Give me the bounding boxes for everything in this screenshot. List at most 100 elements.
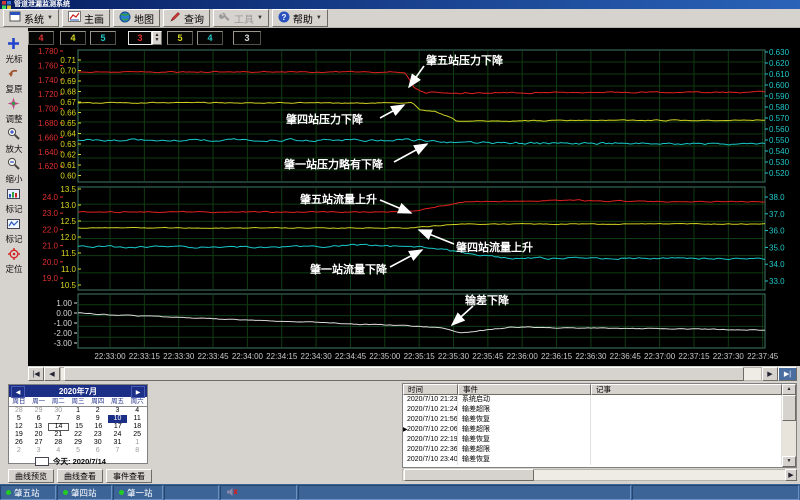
table-row[interactable]: 2020/7/10 21:23:00系统启动 — [403, 395, 782, 405]
calendar-day-cell[interactable]: 15 — [69, 423, 88, 431]
calendar-day-cell[interactable]: 9 — [88, 415, 108, 423]
sidebar-tool-复原-1[interactable]: 复原 — [5, 67, 22, 94]
calendar-day-cell[interactable]: 24 — [108, 431, 128, 439]
button-曲线预览[interactable]: 曲线预览 — [8, 469, 54, 483]
calendar-day-cell[interactable]: 23 — [88, 431, 108, 439]
menu-item-帮助[interactable]: ?帮助▼ — [272, 9, 328, 27]
table-row[interactable]: ▶2020/7/10 22:06:57输差超限 — [403, 425, 782, 435]
menu-item-系统[interactable]: 系统▼ — [3, 9, 59, 27]
calendar-day-cell[interactable]: 22 — [68, 431, 88, 439]
scroll-last-button[interactable]: ▶| — [778, 367, 797, 381]
table-row[interactable]: 2020/7/10 22:19:06输差恢复 — [403, 435, 782, 445]
button-事件查看[interactable]: 事件查看 — [106, 469, 152, 483]
zoom-in-icon — [7, 127, 20, 145]
calendar-day-cell[interactable]: 6 — [29, 415, 49, 423]
menu-item-地图[interactable]: 地图 — [113, 9, 160, 27]
calendar-day-cell[interactable]: 2 — [9, 447, 29, 455]
calendar-day-cell[interactable]: 4 — [127, 407, 147, 415]
calendar-day-cell[interactable]: 28 — [48, 439, 68, 447]
calendar-day-cell[interactable]: 20 — [29, 431, 49, 439]
pressure-axis-label: 0.580 — [769, 103, 790, 112]
calendar-prev-button[interactable]: ◀ — [11, 386, 25, 398]
flow-axis-label: 38.0 — [769, 193, 785, 202]
pressure-plot[interactable] — [78, 50, 765, 182]
calendar-day-cell[interactable]: 11 — [127, 415, 147, 423]
adjust-icon — [7, 97, 20, 115]
calendar-day-cell[interactable]: 16 — [89, 423, 108, 431]
calendar-day-cell[interactable]: 25 — [127, 431, 147, 439]
table-header-时间[interactable]: 时间 — [403, 384, 458, 395]
sidebar-tool-放大-3[interactable]: 放大 — [5, 127, 22, 154]
calendar-day-cell[interactable]: 27 — [29, 439, 49, 447]
calendar-day-cell[interactable]: 21 — [48, 431, 68, 439]
menu-item-主画[interactable]: 主画 — [62, 9, 110, 27]
calendar-day-cell[interactable]: 30 — [88, 439, 108, 447]
sidebar-tool-光标-0[interactable]: 光标 — [5, 37, 22, 64]
button-曲线查看[interactable]: 曲线查看 — [57, 469, 103, 483]
diff-plot[interactable] — [78, 294, 765, 348]
calendar-day-cell[interactable]: 13 — [28, 423, 47, 431]
calendar-day-cell[interactable]: 14 — [48, 423, 69, 431]
calendar-day-cell[interactable]: 26 — [9, 439, 29, 447]
calendar-day-cell[interactable]: 29 — [29, 407, 49, 415]
table-scroll-up-icon[interactable]: ▲ — [782, 384, 796, 395]
menu-item-查询[interactable]: 查询 — [163, 9, 210, 27]
sidebar-tool-定位-7[interactable]: 定位 — [5, 247, 22, 274]
flow-plot[interactable] — [78, 187, 765, 290]
calendar-next-button[interactable]: ▶ — [131, 386, 145, 398]
menu-item-工具[interactable]: 工具▼ — [213, 9, 269, 27]
table-row[interactable]: 2020/7/10 23:40:33输差恢复 — [403, 455, 782, 465]
chart-scrollbar-thumb[interactable] — [64, 367, 744, 381]
calendar-day-cell[interactable]: 3 — [29, 447, 49, 455]
status-tab-肇四站[interactable]: 肇四站 — [57, 485, 112, 500]
table-header-记事[interactable]: 记事 — [591, 384, 782, 395]
calendar-day-cell[interactable]: 8 — [127, 447, 147, 455]
calendar-day-cell[interactable]: 5 — [68, 447, 88, 455]
calendar-day-cell[interactable]: 1 — [68, 407, 88, 415]
calendar-day-cell[interactable]: 4 — [48, 447, 68, 455]
table-vscrollbar[interactable]: ▲▼ — [782, 384, 796, 467]
calendar-day-cell[interactable]: 17 — [108, 423, 127, 431]
table-scroll-down-icon[interactable]: ▼ — [782, 456, 796, 467]
chevron-down-icon: ▼ — [47, 15, 53, 21]
calendar-day-cell[interactable]: 31 — [108, 439, 128, 447]
status-tab-肇五站[interactable]: 肇五站 — [0, 485, 56, 500]
pressure-axis-label: 0.600 — [769, 81, 790, 90]
table-row[interactable]: 2020/7/10 21:24:14输差超限 — [403, 405, 782, 415]
sidebar-tool-标记-5[interactable]: 标记 — [5, 187, 22, 214]
calendar-day-cell[interactable]: 8 — [68, 415, 88, 423]
calendar-day-cell[interactable]: 5 — [9, 415, 29, 423]
calendar-title: 2020年7月 — [59, 386, 97, 397]
calendar-day-cell[interactable]: 10 — [108, 415, 128, 423]
cursor-icon — [7, 37, 20, 55]
sidebar-tool-标记-6[interactable]: 标记 — [5, 217, 22, 244]
sidebar-tool-缩小-4[interactable]: 缩小 — [5, 157, 22, 184]
calendar-day-cell[interactable]: 3 — [108, 407, 128, 415]
calendar-day-cell[interactable]: 29 — [68, 439, 88, 447]
table-hscroll-right-button[interactable]: ▶ — [785, 469, 797, 481]
status-tab-肇一站[interactable]: 肇一站 — [113, 485, 163, 500]
table-vscroll-thumb[interactable] — [782, 395, 796, 421]
calendar-day-cell[interactable]: 7 — [48, 415, 68, 423]
scroll-next-button[interactable]: ▶ — [762, 367, 778, 381]
calendar-day-cell[interactable]: 19 — [9, 431, 29, 439]
calendar-day-cell[interactable]: 1 — [127, 439, 147, 447]
sidebar-tool-label: 定位 — [5, 265, 22, 274]
table-row[interactable]: 2020/7/10 22:36:30输差超限 — [403, 445, 782, 455]
sidebar-tool-调整-2[interactable]: 调整 — [5, 97, 22, 124]
table-header-事件[interactable]: 事件 — [458, 384, 591, 395]
calendar-day-cell[interactable]: 6 — [88, 447, 108, 455]
scroll-first-button[interactable]: |◀ — [28, 367, 44, 381]
calendar-day-cell[interactable]: 30 — [48, 407, 68, 415]
calendar-day-cell[interactable]: 18 — [128, 423, 147, 431]
table-row[interactable]: 2020/7/10 21:56:20输差恢复 — [403, 415, 782, 425]
pressure-axis-label: 0.530 — [769, 158, 790, 167]
table-hscroll-thumb[interactable] — [404, 469, 534, 481]
calendar-day-cell[interactable]: 12 — [9, 423, 28, 431]
flow-axis-label: 11.5 — [61, 249, 77, 258]
calendar-day-cell[interactable]: 2 — [88, 407, 108, 415]
scroll-prev-button[interactable]: ◀ — [44, 367, 60, 381]
calendar-day-cell[interactable]: 7 — [108, 447, 128, 455]
today-box-icon — [35, 457, 49, 466]
calendar-day-cell[interactable]: 28 — [9, 407, 29, 415]
